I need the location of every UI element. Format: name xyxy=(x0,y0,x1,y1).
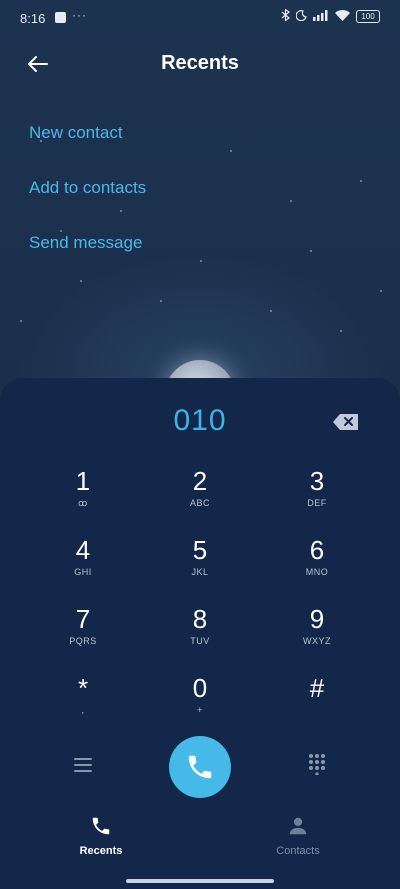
key-9[interactable]: 9 WXYZ xyxy=(262,604,372,664)
nav-recents[interactable]: Recents xyxy=(51,815,151,857)
page-title: Recents xyxy=(161,52,239,74)
new-contact-option[interactable]: New contact xyxy=(29,123,123,143)
moon-icon xyxy=(295,9,307,24)
key-digit: 3 xyxy=(309,466,325,496)
phone-icon xyxy=(188,755,212,779)
send-message-option[interactable]: Send message xyxy=(29,233,142,253)
backspace-icon xyxy=(333,414,358,430)
battery-icon: 100 xyxy=(356,10,380,23)
voicemail-icon: ꝏ xyxy=(78,498,88,508)
key-8[interactable]: 8 TUV xyxy=(145,604,255,664)
keypad-toggle-button[interactable] xyxy=(306,753,328,776)
dialpad-icon xyxy=(309,754,325,776)
add-to-contacts-option[interactable]: Add to contacts xyxy=(29,178,146,198)
key-star[interactable]: * , xyxy=(28,673,138,733)
key-digit: 9 xyxy=(309,604,325,634)
key-letters: WXYZ xyxy=(303,636,331,646)
phone-icon xyxy=(92,817,110,835)
key-digit: 1 xyxy=(75,466,91,496)
key-digit: 7 xyxy=(75,604,91,634)
nav-contacts-label: Contacts xyxy=(276,845,320,857)
key-4[interactable]: 4 GHI xyxy=(28,535,138,595)
key-letters: + xyxy=(197,705,203,715)
hamburger-menu-icon xyxy=(74,758,92,772)
status-bar: 8:16 ··· 100 xyxy=(0,0,400,36)
key-digit: * xyxy=(77,673,89,703)
notification-icon xyxy=(55,12,66,23)
key-digit: 2 xyxy=(192,466,208,496)
key-letters: JKL xyxy=(191,567,209,577)
key-digit: 8 xyxy=(192,604,208,634)
signal-icon xyxy=(313,9,329,24)
key-2[interactable]: 2 ABC xyxy=(145,466,255,526)
bluetooth-icon xyxy=(281,8,290,24)
key-digit: 0 xyxy=(192,673,208,703)
call-button[interactable] xyxy=(169,736,231,798)
key-letters: GHI xyxy=(74,567,92,577)
key-5[interactable]: 5 JKL xyxy=(145,535,255,595)
status-icons: 100 xyxy=(281,8,380,24)
key-digit: 5 xyxy=(192,535,208,565)
key-3[interactable]: 3 DEF xyxy=(262,466,372,526)
key-letters: DEF xyxy=(307,498,327,508)
key-7[interactable]: 7 PQRS xyxy=(28,604,138,664)
person-icon xyxy=(289,817,307,835)
key-letters: MNO xyxy=(305,567,329,577)
nav-contacts[interactable]: Contacts xyxy=(248,815,348,857)
key-digit: # xyxy=(309,673,325,703)
more-notifications-icon: ··· xyxy=(72,8,87,22)
key-letters xyxy=(262,704,372,716)
key-6[interactable]: 6 MNO xyxy=(262,535,372,595)
key-digit: 4 xyxy=(75,535,91,565)
wifi-icon xyxy=(335,9,350,24)
key-letters: , xyxy=(81,705,85,715)
key-hash[interactable]: # xyxy=(262,673,372,733)
key-letters: TUV xyxy=(190,636,210,646)
nav-recents-label: Recents xyxy=(79,845,123,857)
menu-button[interactable] xyxy=(72,755,94,775)
status-time: 8:16 xyxy=(20,11,46,26)
backspace-button[interactable] xyxy=(332,412,360,432)
key-digit: 6 xyxy=(309,535,325,565)
home-indicator[interactable] xyxy=(126,879,274,883)
key-letters: PQRS xyxy=(69,636,97,646)
key-letters: ABC xyxy=(189,498,210,508)
key-0[interactable]: 0 + xyxy=(145,673,255,733)
key-1[interactable]: 1 ꝏ xyxy=(28,466,138,526)
